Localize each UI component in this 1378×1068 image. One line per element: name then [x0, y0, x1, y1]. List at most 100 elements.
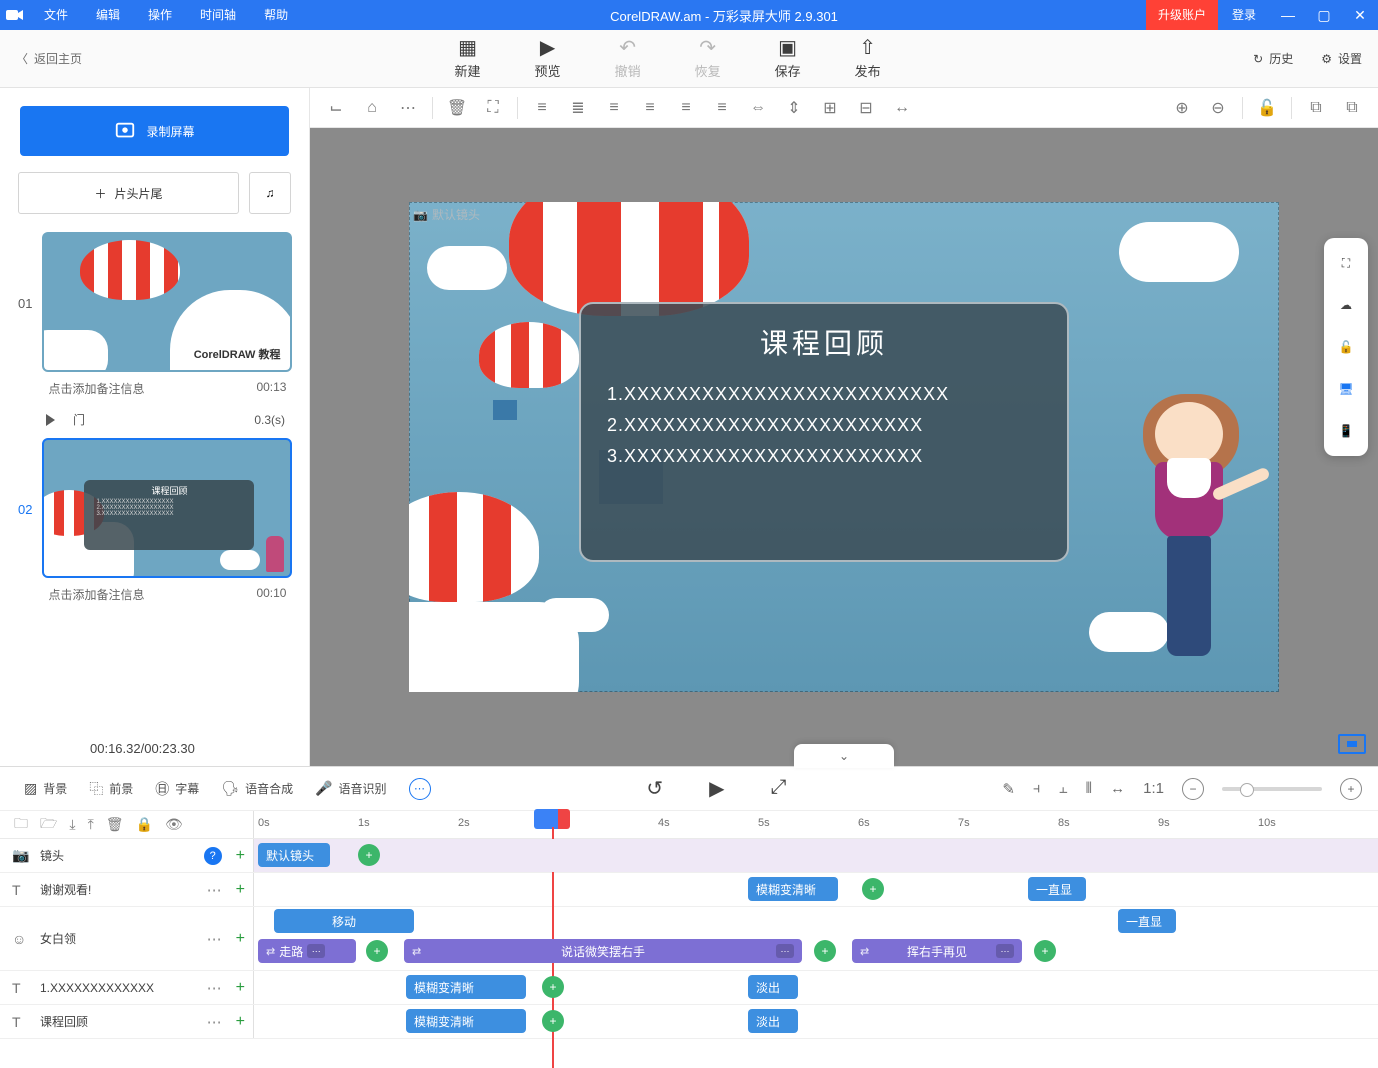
- music-button[interactable]: ♫: [249, 172, 291, 214]
- clip-talk-wave[interactable]: ⇄说话微笑摆右手⋯: [404, 939, 802, 963]
- spacing-icon[interactable]: ↔: [886, 92, 918, 124]
- save-button[interactable]: ▣保存: [775, 37, 801, 80]
- character[interactable]: [1119, 402, 1259, 682]
- visibility-icon[interactable]: 👁: [165, 816, 183, 833]
- menu-help[interactable]: 帮助: [250, 0, 302, 30]
- snap-icon[interactable]: ⫞: [1033, 780, 1041, 797]
- content-panel[interactable]: 课程回顾 1.XXXXXXXXXXXXXXXXXXXXXXXXX 2.XXXXX…: [579, 302, 1069, 562]
- copy-icon[interactable]: ⧉: [1300, 92, 1332, 124]
- edit-icon[interactable]: ✎: [1002, 780, 1015, 798]
- undo-button[interactable]: ↶撤销: [615, 37, 641, 80]
- play-transition-icon[interactable]: [46, 414, 55, 426]
- help-icon[interactable]: ?: [204, 847, 222, 865]
- align-bottom-icon[interactable]: ≡: [706, 92, 738, 124]
- add-button[interactable]: +: [236, 881, 245, 899]
- minimize-button[interactable]: —: [1270, 0, 1306, 30]
- lock-track-icon[interactable]: 🔒: [136, 816, 153, 833]
- add-clip-button[interactable]: +: [358, 844, 380, 866]
- delete-icon[interactable]: 🗑: [106, 816, 124, 833]
- slide-item[interactable]: 01 CorelDRAW 教程 点击添加备注信息 00:13: [18, 232, 291, 401]
- trash-icon[interactable]: 🗑: [441, 92, 473, 124]
- menu-edit[interactable]: 编辑: [82, 0, 134, 30]
- zoom-out-icon[interactable]: ⊖: [1202, 92, 1234, 124]
- crop-icon[interactable]: ⛶: [477, 92, 509, 124]
- align-center-icon[interactable]: ≣: [562, 92, 594, 124]
- aspect-ratio-icon[interactable]: [1338, 734, 1366, 754]
- clip-always-show[interactable]: 一直显: [1118, 909, 1176, 933]
- slide-thumbnail[interactable]: 课程回顾 1.XXXXXXXXXXXXXXXXXX 2.XXXXXXXXXXXX…: [42, 438, 292, 578]
- desktop-icon[interactable]: 🖥: [1335, 378, 1357, 400]
- align-top-icon[interactable]: ≡: [634, 92, 666, 124]
- add-button[interactable]: +: [236, 1013, 245, 1031]
- record-screen-button[interactable]: 录制屏幕: [20, 106, 289, 156]
- mobile-icon[interactable]: 📱: [1335, 420, 1357, 442]
- tab-tts[interactable]: 🗣语音合成: [221, 780, 293, 797]
- add-clip-button[interactable]: +: [1034, 940, 1056, 962]
- clip-fade-out[interactable]: 淡出: [748, 975, 798, 999]
- clip-wave-bye[interactable]: ⇄挥右手再见⋯: [852, 939, 1022, 963]
- clip-fade-out[interactable]: 淡出: [748, 1009, 798, 1033]
- ruler-icon[interactable]: ⌙: [320, 92, 352, 124]
- timeline-expand-icon[interactable]: ⤢: [771, 776, 787, 801]
- fit-width-icon[interactable]: ↔: [1110, 780, 1125, 797]
- tab-foreground[interactable]: ⿻前景: [89, 779, 133, 799]
- add-folder-icon[interactable]: 🗁: [40, 813, 57, 837]
- timeline-collapse-handle[interactable]: ⌄: [794, 744, 894, 768]
- clip-blur-clear[interactable]: 模糊变清晰: [406, 1009, 526, 1033]
- timeline-more-button[interactable]: ⋯: [409, 778, 431, 800]
- paste-icon[interactable]: ⧉: [1336, 92, 1368, 124]
- menu-action[interactable]: 操作: [134, 0, 186, 30]
- canvas-viewport[interactable]: 📷 默认镜头: [310, 128, 1378, 766]
- slide-thumbnail[interactable]: CorelDRAW 教程: [42, 232, 292, 372]
- zoom-in-button[interactable]: +: [1340, 778, 1362, 800]
- home-icon[interactable]: ⌂: [356, 92, 388, 124]
- preview-button[interactable]: ▶预览: [535, 37, 561, 80]
- tab-background[interactable]: ▨背景: [24, 780, 67, 797]
- login-button[interactable]: 登录: [1218, 0, 1270, 30]
- clip-always-show[interactable]: 一直显: [1028, 877, 1086, 901]
- align-tool-icon[interactable]: ⊞: [814, 92, 846, 124]
- align-tool2-icon[interactable]: ⊟: [850, 92, 882, 124]
- add-button[interactable]: +: [236, 930, 245, 948]
- settings-button[interactable]: ⚙设置: [1321, 50, 1362, 67]
- distribute-v-icon[interactable]: ⇕: [778, 92, 810, 124]
- timeline-rewind-icon[interactable]: ↺: [646, 776, 663, 801]
- canvas[interactable]: 📷 默认镜头: [409, 202, 1279, 692]
- upgrade-button[interactable]: 升级账户: [1146, 0, 1218, 30]
- align-left-icon[interactable]: ≡: [526, 92, 558, 124]
- menu-file[interactable]: 文件: [30, 0, 82, 30]
- zoom-out-button[interactable]: −: [1182, 778, 1204, 800]
- actual-size-icon[interactable]: 1:1: [1143, 780, 1164, 797]
- download-icon[interactable]: ⤓: [69, 816, 75, 833]
- publish-button[interactable]: ⇧发布: [855, 37, 881, 80]
- slide-item[interactable]: 02 课程回顾 1.XXXXXXXXXXXXXXXXXX 2.XXXXXXXXX…: [18, 438, 291, 607]
- history-button[interactable]: ↻历史: [1253, 50, 1293, 67]
- track-menu-icon[interactable]: ⋯: [207, 1013, 222, 1031]
- menu-timeline[interactable]: 时间轴: [186, 0, 250, 30]
- add-button[interactable]: +: [236, 979, 245, 997]
- split-icon[interactable]: ⦀: [1086, 780, 1093, 797]
- back-home-button[interactable]: 〈 返回主页: [16, 50, 82, 67]
- clip-move[interactable]: 移动: [274, 909, 414, 933]
- unlock-icon[interactable]: 🔓: [1335, 336, 1357, 358]
- slide-note[interactable]: 点击添加备注信息: [48, 380, 144, 397]
- distribute-h-icon[interactable]: ⇔: [742, 92, 774, 124]
- track-menu-icon[interactable]: ⋯: [207, 881, 222, 899]
- close-button[interactable]: ✕: [1342, 0, 1378, 30]
- add-clip-button[interactable]: +: [814, 940, 836, 962]
- tab-asr[interactable]: 🎤语音识别: [315, 780, 386, 797]
- timeline-play-icon[interactable]: ▶: [709, 776, 724, 801]
- new-button[interactable]: ▦新建: [455, 37, 481, 80]
- maximize-button[interactable]: ▢: [1306, 0, 1342, 30]
- transition-row[interactable]: 门 0.3(s): [18, 409, 291, 438]
- add-clip-button[interactable]: +: [542, 1010, 564, 1032]
- redo-button[interactable]: ↷恢复: [695, 37, 721, 80]
- clip-default-camera[interactable]: 默认镜头: [258, 843, 330, 867]
- upload-icon[interactable]: ⤒: [88, 816, 94, 833]
- add-clip-button[interactable]: +: [542, 976, 564, 998]
- align-middle-icon[interactable]: ≡: [670, 92, 702, 124]
- clip-blur-clear[interactable]: 模糊变清晰: [406, 975, 526, 999]
- lock-icon[interactable]: 🔓: [1251, 92, 1283, 124]
- add-clip-button[interactable]: +: [862, 878, 884, 900]
- add-button[interactable]: +: [236, 847, 245, 865]
